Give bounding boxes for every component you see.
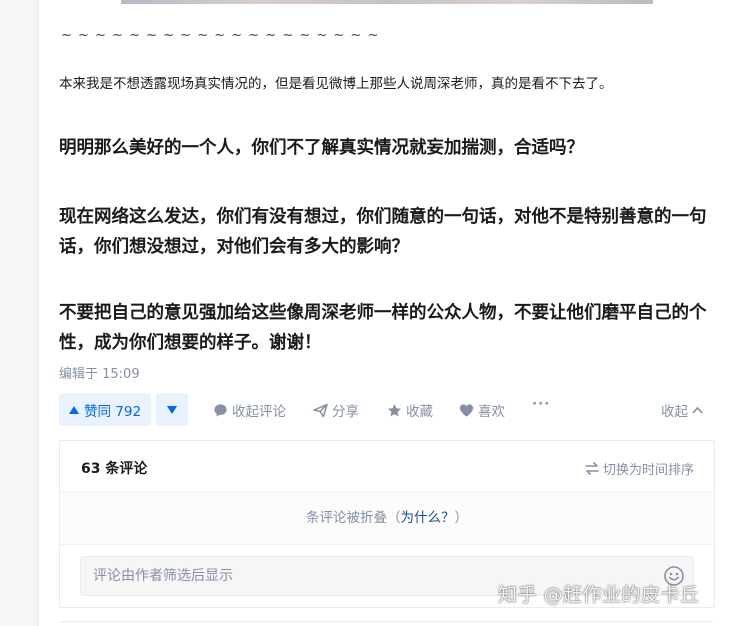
why-folded-link[interactable]: 为什么？ bbox=[401, 510, 455, 526]
collect-label: 收藏 bbox=[406, 404, 433, 420]
star-icon bbox=[387, 403, 402, 416]
folded-comments-notice: 条评论被折叠（为什么？） bbox=[60, 492, 714, 545]
intro-paragraph: 本来我是不想透露现场真实情况的，但是看见微博上那些人说周深老师，真的是看不下去了… bbox=[59, 76, 613, 92]
bold-paragraph-1: 明明那么美好的一个人，你们不了解真实情况就妄加揣测，合适吗？ bbox=[59, 138, 584, 158]
comment-icon bbox=[214, 403, 227, 417]
comments-header: 63 条评论 切换为时间排序 bbox=[60, 441, 714, 492]
collapse-label: 收起 bbox=[661, 404, 688, 420]
sort-toggle-label: 切换为时间排序 bbox=[602, 463, 694, 478]
sort-icon bbox=[585, 462, 599, 475]
more-button[interactable]: ··· bbox=[532, 396, 550, 412]
edit-time: 编辑于 15:09 bbox=[59, 367, 140, 382]
collect-button[interactable]: 收藏 bbox=[387, 400, 433, 420]
vote-up-button[interactable]: 赞同 792 bbox=[59, 393, 151, 426]
heart-icon bbox=[459, 403, 474, 417]
toggle-comments-label: 收起评论 bbox=[232, 404, 286, 420]
caret-up-icon bbox=[68, 405, 79, 414]
collapse-answer-button[interactable]: 收起 bbox=[661, 400, 703, 420]
folded-text: 条评论被折叠（ bbox=[306, 510, 401, 526]
sort-toggle-button[interactable]: 切换为时间排序 bbox=[585, 459, 694, 478]
bold-paragraph-2: 现在网络这么发达，你们有没有想过，你们随意的一句话，对他不是特别善意的一句话，你… bbox=[59, 207, 707, 257]
share-button[interactable]: 分享 bbox=[313, 400, 359, 420]
article-image-bottom bbox=[121, 0, 653, 4]
like-button[interactable]: 喜欢 bbox=[459, 400, 505, 420]
bold-paragraph-3: 不要把自己的意见强加给这些像周深老师一样的公众人物，不要让他们磨平自己的个性，成… bbox=[59, 303, 707, 353]
vote-up-label: 赞同 792 bbox=[83, 403, 142, 420]
divider bbox=[59, 621, 713, 622]
chevron-up-icon bbox=[692, 406, 703, 414]
toggle-comments-button[interactable]: 收起评论 bbox=[213, 400, 286, 420]
answer-card: ~ ~ ~ ~ ~ ~ ~ ~ ~ ~ ~ ~ ~ ~ ~ ~ ~ ~ ~ 本来… bbox=[38, 0, 735, 626]
share-label: 分享 bbox=[332, 404, 359, 420]
share-icon bbox=[313, 403, 328, 417]
caret-down-icon bbox=[167, 405, 177, 414]
comments-count: 63 条评论 bbox=[81, 461, 148, 477]
like-label: 喜欢 bbox=[478, 404, 505, 420]
tilde-divider: ~ ~ ~ ~ ~ ~ ~ ~ ~ ~ ~ ~ ~ ~ ~ ~ ~ ~ ~ bbox=[61, 28, 380, 43]
zhihu-watermark: 知乎 @赶作业的皮卡丘 bbox=[498, 584, 700, 606]
folded-close: ） bbox=[454, 510, 469, 526]
vote-down-button[interactable] bbox=[156, 393, 188, 426]
